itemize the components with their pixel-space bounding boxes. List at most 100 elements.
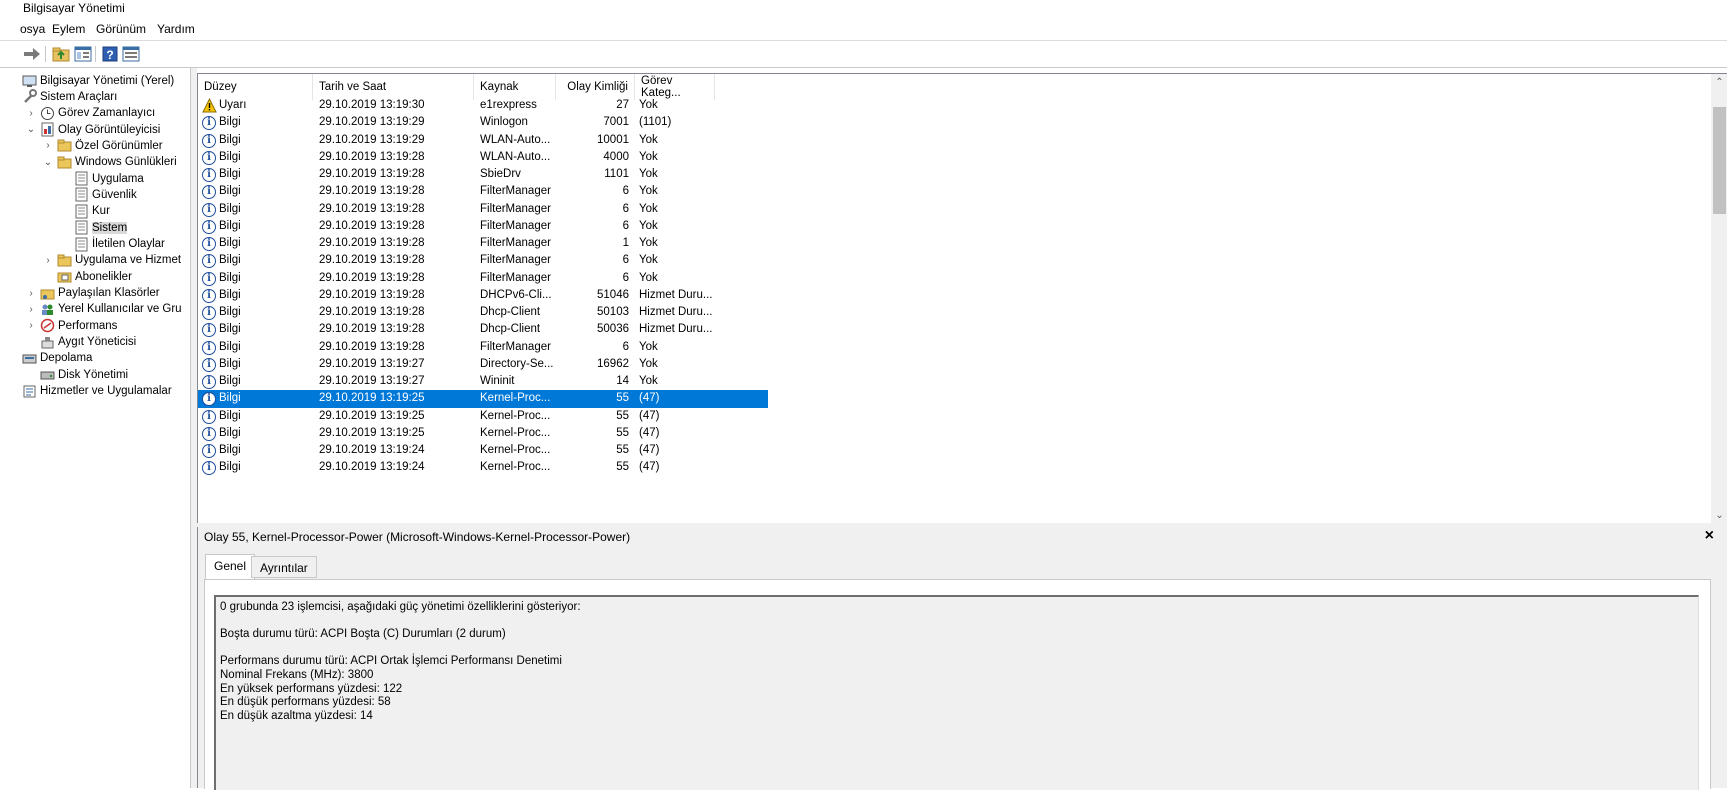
tree-item[interactable]: Kur [59,203,110,220]
close-icon[interactable]: × [1705,527,1714,545]
tree-item[interactable]: ⌄ Windows Günlükleri [42,154,177,171]
tree-item[interactable]: İletilen Olaylar [59,236,165,253]
table-row[interactable]: i Bilgi 29.10.2019 13:19:25 Kernel-Proc... 5… [198,390,768,408]
tree-item[interactable]: › Performans [25,317,117,334]
table-row[interactable]: i Bilgi 29.10.2019 13:19:28 FilterManager 6 Y… [198,252,768,269]
info-icon: i [202,357,216,372]
tree-item[interactable]: › Uygulama ve Hizmet [42,252,181,269]
table-row[interactable]: i Bilgi 29.10.2019 13:19:28 WLAN-Auto... 400… [198,149,768,166]
tree-item[interactable]: Hizmetler ve Uygulamalar [22,383,172,400]
cell-level: Bilgi [219,237,241,249]
tree-item[interactable]: Uygulama [59,170,144,187]
table-row[interactable]: i Bilgi 29.10.2019 13:19:25 Kernel-Proc... 5… [198,425,768,442]
tree-item[interactable]: › Özel Görünümler [42,137,163,154]
info-icon: i [202,288,216,303]
chevron-right-icon[interactable]: › [25,287,37,299]
tree-item[interactable]: Abonelikler [42,268,132,285]
show-hide-tree-icon[interactable] [73,44,93,64]
chevron-right-icon[interactable]: › [25,303,37,315]
table-row[interactable]: i Bilgi 29.10.2019 13:19:24 Kernel-Proc... 5… [198,442,768,459]
menu-file[interactable]: osya [20,22,45,36]
tree-item-label: Sistem Araçları [40,90,118,103]
table-row[interactable]: i Bilgi 29.10.2019 13:19:29 WLAN-Auto... 100… [198,132,768,149]
chevron-right-icon[interactable]: › [25,320,37,332]
table-row[interactable]: i Bilgi 29.10.2019 13:19:25 Kernel-Proc... 5… [198,408,768,425]
table-row[interactable]: i Bilgi 29.10.2019 13:19:28 FilterManager 1 Y… [198,235,768,252]
tree-item[interactable]: Bilgisayar Yönetimi (Yerel) [22,72,174,89]
tree-item[interactable]: Sistem Araçları [22,88,117,105]
tab-general[interactable]: Genel [205,554,256,579]
cell-task-category: Yok [639,133,658,146]
cell-level: Bilgi [219,168,241,180]
menu-view[interactable]: Görünüm [96,22,146,36]
tree-item[interactable]: Aygıt Yöneticisi [25,334,136,351]
cell-date: 29.10.2019 13:19:28 [319,150,425,163]
cell-source: Kernel-Proc... [480,426,551,439]
chevron-down-icon[interactable]: ⌄ [25,124,37,136]
tree-item-label: Güvenlik [92,188,137,201]
tree-item[interactable]: Disk Yönetimi [25,366,128,383]
tree-item-label: Performans [58,319,118,332]
menu-action[interactable]: Eylem [52,22,85,36]
tree-item[interactable]: Güvenlik [59,186,137,203]
up-folder-icon[interactable] [51,44,71,64]
tab-details[interactable]: Ayrıntılar [251,556,317,578]
scroll-down-icon[interactable]: ⌄ [1711,507,1727,524]
folder-icon [57,155,72,170]
tree-item[interactable]: › Görev Zamanlayıcı [25,105,155,122]
tree-item[interactable]: Sistem [59,219,128,236]
table-row[interactable]: Uyarı 29.10.2019 13:19:30 e1rexpress 27 Yok [198,97,768,114]
table-row[interactable]: i Bilgi 29.10.2019 13:19:28 FilterManager 6 Y… [198,201,768,218]
info-icon: i [202,340,216,355]
table-row[interactable]: i Bilgi 29.10.2019 13:19:28 SbieDrv 1101 Yok [198,166,768,183]
chevron-down-icon[interactable]: ⌄ [42,156,54,168]
info-icon: i [202,426,216,441]
cell-date: 29.10.2019 13:19:27 [319,375,425,387]
table-row[interactable]: i Bilgi 29.10.2019 13:19:28 FilterManager 6 Y… [198,183,768,200]
chevron-right-icon[interactable]: › [25,107,37,119]
event-list-scrollbar[interactable]: ⌃ ⌄ [1711,74,1727,524]
scrollbar-thumb[interactable] [1713,107,1726,214]
menu-bar: osya Eylem Görünüm Yardım [0,19,1727,39]
tree-item-label: Disk Yönetimi [58,368,129,381]
cell-event-id: 55 [616,461,629,474]
table-row[interactable]: i Bilgi 29.10.2019 13:19:28 DHCPv6-Cli... 51… [198,287,768,304]
cell-level: Bilgi [219,202,241,215]
tree-item-label: Depolama [40,352,93,365]
cell-date: 29.10.2019 13:19:29 [319,133,425,146]
cell-source: Kernel-Proc... [480,461,551,474]
cell-task-category: (47) [639,426,660,439]
cell-date: 29.10.2019 13:19:28 [319,202,425,215]
scroll-up-icon[interactable]: ⌃ [1711,74,1727,91]
cell-event-id: 6 [622,271,629,284]
chevron-right-icon[interactable]: › [42,140,54,152]
table-row[interactable]: i Bilgi 29.10.2019 13:19:28 Dhcp-Client 5003… [198,321,768,338]
cell-event-id: 6 [622,254,629,267]
chevron-right-icon[interactable]: › [42,254,54,266]
tree-item-label: Görev Zamanlayıcı [58,107,156,120]
table-row[interactable]: i Bilgi 29.10.2019 13:19:28 Dhcp-Client 5010… [198,304,768,321]
menu-help[interactable]: Yardım [157,22,195,36]
tree-item-label: Bilgisayar Yönetimi (Yerel) [40,74,175,87]
tree-item[interactable]: Depolama [22,350,92,367]
table-row[interactable]: i Bilgi 29.10.2019 13:19:28 FilterManager 6 Y… [198,218,768,235]
tree-item[interactable]: ⌄ Olay Görüntüleyicisi [25,121,160,138]
table-row[interactable]: i Bilgi 29.10.2019 13:19:24 Kernel-Proc... 5… [198,459,768,476]
properties-icon[interactable] [121,44,141,64]
table-row[interactable]: i Bilgi 29.10.2019 13:19:28 FilterManager 6 Y… [198,270,768,287]
cell-date: 29.10.2019 13:19:28 [319,306,425,318]
cell-date: 29.10.2019 13:19:28 [319,185,425,198]
tree-item[interactable]: › Paylaşılan Klasörler [25,285,160,302]
table-row[interactable]: i Bilgi 29.10.2019 13:19:28 FilterManager 6 Y… [198,339,768,356]
table-row[interactable]: i Bilgi 29.10.2019 13:19:29 Winlogon 7001 (11… [198,114,768,131]
event-viewer-icon [40,122,55,137]
pane-splitter[interactable] [190,68,197,788]
tree-item[interactable]: › Yerel Kullanıcılar ve Gru [25,301,181,318]
back-arrow-icon[interactable] [22,44,42,64]
table-row[interactable]: i Bilgi 29.10.2019 13:19:27 Directory-Se...… [198,356,768,373]
table-row[interactable]: i Bilgi 29.10.2019 13:19:27 Wininit 14 Yok [198,373,768,390]
help-icon[interactable]: ? [100,44,120,64]
toolbar: ? [0,41,1727,67]
